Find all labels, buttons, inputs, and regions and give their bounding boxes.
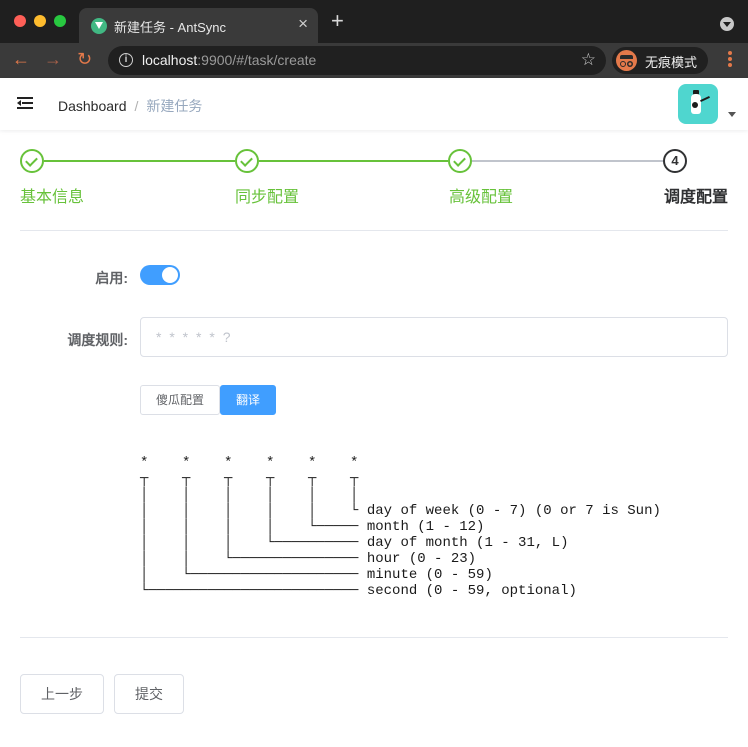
- more-icon[interactable]: [728, 51, 732, 69]
- step-title-sync: 同步配置: [235, 189, 300, 206]
- tab-title: 新建任务 - AntSync: [114, 20, 226, 35]
- browser-toolbar: ← → ↻ i localhost:9900/#/task/create ☆ 无…: [0, 43, 748, 78]
- cron-diagram-line: ┬ ┬ ┬ ┬ ┬ ┬: [140, 471, 359, 487]
- prev-step-button[interactable]: 上一步: [20, 674, 104, 714]
- submit-button[interactable]: 提交: [114, 674, 184, 714]
- browser-tab[interactable]: 新建任务 - AntSync ×: [79, 8, 318, 43]
- cron-format-diagram: * * * * * * ┬ ┬ ┬ ┬ ┬ ┬ │ │ │ │ │ │ │ │ │ │…: [140, 455, 661, 599]
- enable-label: 启用:: [95, 270, 128, 286]
- preset-config-button[interactable]: 傻瓜配置: [140, 385, 220, 415]
- cron-diagram-line: │ │ │ └────────── day of month (1 - 31, …: [140, 535, 569, 551]
- breadcrumb-separator: /: [134, 98, 139, 114]
- cron-diagram-line: │ │ │ │ └───── month (1 - 12): [140, 519, 485, 535]
- step-connector: [44, 160, 235, 162]
- window-close-button[interactable]: [14, 15, 26, 27]
- incognito-label: 无痕模式: [645, 55, 698, 70]
- close-icon[interactable]: ×: [298, 14, 308, 34]
- step-connector: [259, 160, 448, 162]
- url-text[interactable]: localhost:9900/#/task/create: [142, 52, 316, 68]
- cron-diagram-line: * * * * * *: [140, 455, 359, 471]
- plus-icon[interactable]: +: [331, 10, 344, 32]
- breadcrumb-current: 新建任务: [146, 98, 203, 114]
- tab-search-icon[interactable]: [720, 17, 734, 31]
- step-4-number: 4: [663, 149, 687, 173]
- vue-favicon-icon: [91, 18, 107, 34]
- url-host: localhost: [142, 52, 198, 68]
- breadcrumb: Dashboard / 新建任务: [58, 96, 202, 116]
- step-2-check-icon: [235, 149, 259, 173]
- schedule-rule-input[interactable]: [140, 317, 728, 357]
- cron-diagram-line: │ │ └─────────────── hour (0 - 23): [140, 551, 477, 567]
- address-bar[interactable]: i localhost:9900/#/task/create ☆: [108, 46, 606, 75]
- caret-down-icon[interactable]: [728, 112, 736, 117]
- breadcrumb-dashboard[interactable]: Dashboard: [58, 98, 127, 114]
- schedule-rule-label: 调度规则:: [67, 332, 128, 348]
- steps: 4 基本信息 同步配置 高级配置 调度配置: [0, 130, 748, 230]
- enable-switch[interactable]: [140, 265, 180, 285]
- step-title-schedule: 调度配置: [664, 189, 729, 206]
- forward-icon[interactable]: →: [44, 49, 62, 70]
- avatar[interactable]: [678, 84, 718, 124]
- step-title-advanced: 高级配置: [449, 189, 514, 206]
- url-path: :9900/#/task/create: [197, 52, 317, 68]
- step-connector: [472, 160, 663, 162]
- step-title-basic: 基本信息: [20, 189, 85, 206]
- star-icon[interactable]: ☆: [581, 50, 596, 70]
- info-icon[interactable]: i: [119, 53, 133, 67]
- cron-diagram-line: └───────────────────────── second (0 - 5…: [140, 583, 577, 599]
- incognito-icon: [616, 50, 637, 71]
- browser-tab-bar: 新建任务 - AntSync × +: [0, 0, 748, 43]
- cron-diagram-line: │ │ │ │ │ │: [140, 487, 359, 503]
- cron-diagram-line: │ │ │ │ │ └ day of week (0 - 7) (0 or 7 …: [140, 503, 661, 519]
- incognito-badge[interactable]: 无痕模式: [612, 47, 708, 74]
- divider: [20, 230, 728, 231]
- window-zoom-button[interactable]: [54, 15, 66, 27]
- cron-diagram-line: │ └──────────────────── minute (0 - 59): [140, 567, 493, 583]
- app-header: Dashboard / 新建任务: [0, 78, 748, 130]
- menu-fold-icon[interactable]: [17, 97, 33, 110]
- translate-button[interactable]: 翻译: [220, 385, 276, 415]
- window-minimize-button[interactable]: [34, 15, 46, 27]
- step-1-check-icon: [20, 149, 44, 173]
- divider: [20, 637, 728, 638]
- reload-icon[interactable]: ↻: [77, 49, 92, 70]
- back-icon[interactable]: ←: [12, 49, 30, 70]
- step-3-check-icon: [448, 149, 472, 173]
